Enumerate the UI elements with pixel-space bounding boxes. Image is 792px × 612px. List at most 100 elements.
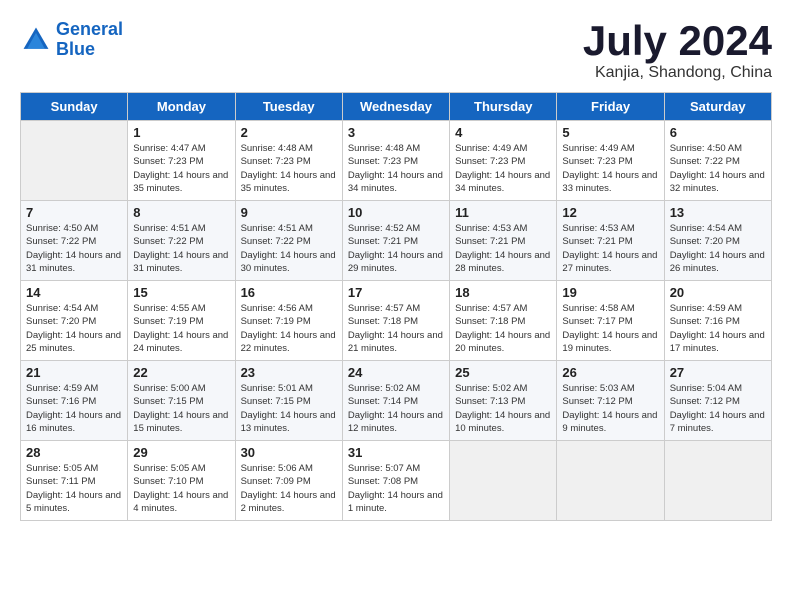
calendar-cell: 22 Sunrise: 5:00 AMSunset: 7:15 PMDayligh… [128, 361, 235, 441]
day-number: 21 [26, 365, 122, 380]
day-number: 1 [133, 125, 229, 140]
calendar-cell: 24 Sunrise: 5:02 AMSunset: 7:14 PMDayligh… [342, 361, 449, 441]
calendar-table: SundayMondayTuesdayWednesdayThursdayFrid… [20, 92, 772, 521]
day-number: 16 [241, 285, 337, 300]
day-info: Sunrise: 5:01 AMSunset: 7:15 PMDaylight:… [241, 382, 337, 435]
day-number: 20 [670, 285, 766, 300]
day-number: 22 [133, 365, 229, 380]
calendar-cell [557, 441, 664, 521]
day-header-tuesday: Tuesday [235, 93, 342, 121]
day-number: 26 [562, 365, 658, 380]
logo-icon [20, 24, 52, 56]
day-number: 28 [26, 445, 122, 460]
day-info: Sunrise: 5:02 AMSunset: 7:14 PMDaylight:… [348, 382, 444, 435]
calendar-cell: 2 Sunrise: 4:48 AMSunset: 7:23 PMDaylight… [235, 121, 342, 201]
calendar-cell: 29 Sunrise: 5:05 AMSunset: 7:10 PMDayligh… [128, 441, 235, 521]
day-number: 29 [133, 445, 229, 460]
day-info: Sunrise: 4:56 AMSunset: 7:19 PMDaylight:… [241, 302, 337, 355]
calendar-cell: 31 Sunrise: 5:07 AMSunset: 7:08 PMDayligh… [342, 441, 449, 521]
day-number: 13 [670, 205, 766, 220]
day-number: 27 [670, 365, 766, 380]
day-number: 25 [455, 365, 551, 380]
day-number: 3 [348, 125, 444, 140]
calendar-cell: 27 Sunrise: 5:04 AMSunset: 7:12 PMDayligh… [664, 361, 771, 441]
day-number: 10 [348, 205, 444, 220]
calendar-cell: 6Sunrise: 4:50 AMSunset: 7:22 PMDaylight… [664, 121, 771, 201]
day-number: 8 [133, 205, 229, 220]
calendar-cell: 4 Sunrise: 4:49 AMSunset: 7:23 PMDaylight… [450, 121, 557, 201]
location-subtitle: Kanjia, Shandong, China [583, 64, 772, 82]
day-number: 7 [26, 205, 122, 220]
page-header: General Blue July 2024 Kanjia, Shandong,… [20, 20, 772, 82]
calendar-cell: 14 Sunrise: 4:54 AMSunset: 7:20 PMDayligh… [21, 281, 128, 361]
week-row-2: 7 Sunrise: 4:50 AMSunset: 7:22 PMDaylight… [21, 201, 772, 281]
day-number: 19 [562, 285, 658, 300]
logo-line1: General [56, 19, 123, 39]
day-info: Sunrise: 5:03 AMSunset: 7:12 PMDaylight:… [562, 382, 658, 435]
day-number: 9 [241, 205, 337, 220]
day-info: Sunrise: 4:54 AMSunset: 7:20 PMDaylight:… [26, 302, 122, 355]
day-header-sunday: Sunday [21, 93, 128, 121]
day-info: Sunrise: 4:57 AMSunset: 7:18 PMDaylight:… [348, 302, 444, 355]
calendar-cell: 30Sunrise: 5:06 AMSunset: 7:09 PMDayligh… [235, 441, 342, 521]
calendar-cell: 5Sunrise: 4:49 AMSunset: 7:23 PMDaylight… [557, 121, 664, 201]
calendar-cell: 26 Sunrise: 5:03 AMSunset: 7:12 PMDayligh… [557, 361, 664, 441]
logo-line2: Blue [56, 39, 95, 59]
calendar-cell: 11Sunrise: 4:53 AMSunset: 7:21 PMDayligh… [450, 201, 557, 281]
day-number: 30 [241, 445, 337, 460]
week-row-4: 21 Sunrise: 4:59 AMSunset: 7:16 PMDayligh… [21, 361, 772, 441]
calendar-cell: 7 Sunrise: 4:50 AMSunset: 7:22 PMDaylight… [21, 201, 128, 281]
day-info: Sunrise: 4:50 AMSunset: 7:22 PMDaylight:… [670, 142, 766, 195]
day-number: 12 [562, 205, 658, 220]
day-header-monday: Monday [128, 93, 235, 121]
day-info: Sunrise: 4:58 AMSunset: 7:17 PMDaylight:… [562, 302, 658, 355]
week-row-3: 14 Sunrise: 4:54 AMSunset: 7:20 PMDayligh… [21, 281, 772, 361]
day-info: Sunrise: 4:55 AMSunset: 7:19 PMDaylight:… [133, 302, 229, 355]
day-number: 2 [241, 125, 337, 140]
calendar-cell [664, 441, 771, 521]
month-title: July 2024 [583, 20, 772, 62]
calendar-cell: 13 Sunrise: 4:54 AMSunset: 7:20 PMDayligh… [664, 201, 771, 281]
day-info: Sunrise: 4:59 AMSunset: 7:16 PMDaylight:… [26, 382, 122, 435]
day-number: 4 [455, 125, 551, 140]
calendar-cell: 20 Sunrise: 4:59 AMSunset: 7:16 PMDayligh… [664, 281, 771, 361]
day-header-friday: Friday [557, 93, 664, 121]
day-info: Sunrise: 5:05 AMSunset: 7:11 PMDaylight:… [26, 462, 122, 515]
calendar-cell: 1Sunrise: 4:47 AMSunset: 7:23 PMDaylight… [128, 121, 235, 201]
day-info: Sunrise: 4:54 AMSunset: 7:20 PMDaylight:… [670, 222, 766, 275]
calendar-cell: 21 Sunrise: 4:59 AMSunset: 7:16 PMDayligh… [21, 361, 128, 441]
logo-text: General Blue [56, 20, 123, 60]
day-number: 24 [348, 365, 444, 380]
day-number: 31 [348, 445, 444, 460]
day-info: Sunrise: 5:00 AMSunset: 7:15 PMDaylight:… [133, 382, 229, 435]
calendar-cell [450, 441, 557, 521]
calendar-cell: 17Sunrise: 4:57 AMSunset: 7:18 PMDayligh… [342, 281, 449, 361]
calendar-cell: 18 Sunrise: 4:57 AMSunset: 7:18 PMDayligh… [450, 281, 557, 361]
calendar-cell: 8Sunrise: 4:51 AMSunset: 7:22 PMDaylight… [128, 201, 235, 281]
day-info: Sunrise: 4:59 AMSunset: 7:16 PMDaylight:… [670, 302, 766, 355]
day-info: Sunrise: 4:48 AMSunset: 7:23 PMDaylight:… [241, 142, 337, 195]
logo: General Blue [20, 20, 123, 60]
week-row-5: 28 Sunrise: 5:05 AMSunset: 7:11 PMDayligh… [21, 441, 772, 521]
calendar-cell: 28 Sunrise: 5:05 AMSunset: 7:11 PMDayligh… [21, 441, 128, 521]
day-info: Sunrise: 4:57 AMSunset: 7:18 PMDaylight:… [455, 302, 551, 355]
calendar-cell: 9 Sunrise: 4:51 AMSunset: 7:22 PMDaylight… [235, 201, 342, 281]
day-info: Sunrise: 5:05 AMSunset: 7:10 PMDaylight:… [133, 462, 229, 515]
title-block: July 2024 Kanjia, Shandong, China [583, 20, 772, 82]
day-info: Sunrise: 4:50 AMSunset: 7:22 PMDaylight:… [26, 222, 122, 275]
day-info: Sunrise: 5:04 AMSunset: 7:12 PMDaylight:… [670, 382, 766, 435]
calendar-cell: 19 Sunrise: 4:58 AMSunset: 7:17 PMDayligh… [557, 281, 664, 361]
day-info: Sunrise: 4:49 AMSunset: 7:23 PMDaylight:… [455, 142, 551, 195]
day-number: 14 [26, 285, 122, 300]
calendar-cell: 15Sunrise: 4:55 AMSunset: 7:19 PMDayligh… [128, 281, 235, 361]
day-info: Sunrise: 4:51 AMSunset: 7:22 PMDaylight:… [241, 222, 337, 275]
day-info: Sunrise: 4:53 AMSunset: 7:21 PMDaylight:… [455, 222, 551, 275]
calendar-cell: 3Sunrise: 4:48 AMSunset: 7:23 PMDaylight… [342, 121, 449, 201]
calendar-cell [21, 121, 128, 201]
calendar-cell: 25Sunrise: 5:02 AMSunset: 7:13 PMDayligh… [450, 361, 557, 441]
calendar-cell: 12Sunrise: 4:53 AMSunset: 7:21 PMDayligh… [557, 201, 664, 281]
day-number: 18 [455, 285, 551, 300]
calendar-cell: 23Sunrise: 5:01 AMSunset: 7:15 PMDayligh… [235, 361, 342, 441]
day-info: Sunrise: 5:07 AMSunset: 7:08 PMDaylight:… [348, 462, 444, 515]
calendar-cell: 16 Sunrise: 4:56 AMSunset: 7:19 PMDayligh… [235, 281, 342, 361]
